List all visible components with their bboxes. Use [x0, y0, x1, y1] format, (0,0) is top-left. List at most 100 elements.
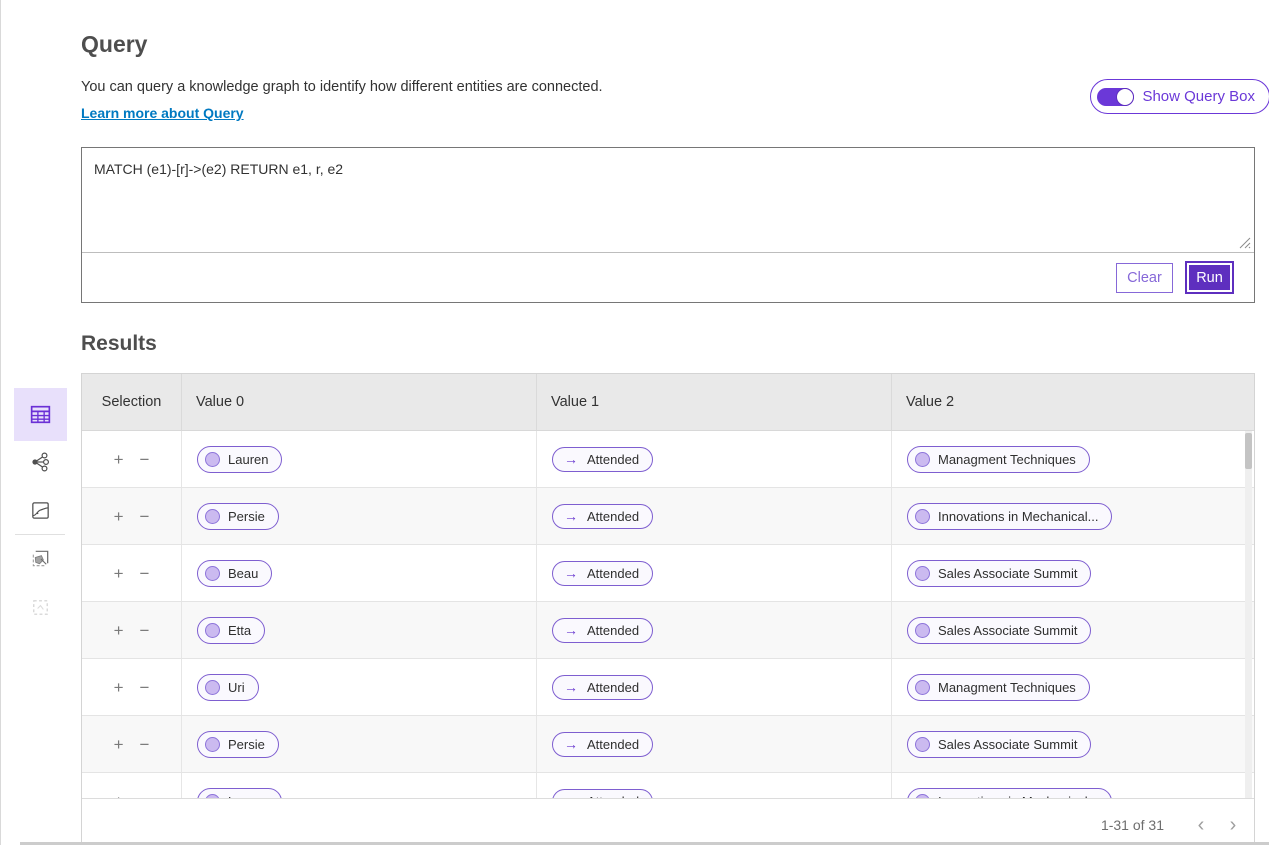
learn-more-link[interactable]: Learn more about Query — [81, 105, 244, 121]
selection-tool-button — [20, 587, 60, 627]
value2-cell: Innovations in Mechanical... — [892, 488, 1254, 544]
add-to-selection-button[interactable]: + — [114, 451, 124, 468]
selection-cell: + − — [82, 659, 182, 715]
entity-label: Managment Techniques — [938, 452, 1076, 467]
relationship-label: Attended — [587, 737, 639, 752]
entity-circle-icon — [915, 680, 930, 695]
remove-from-selection-button[interactable]: − — [140, 736, 150, 753]
entity-pill[interactable]: Persie — [197, 503, 279, 530]
value0-cell: Persie — [182, 488, 537, 544]
entity-pill[interactable]: Innovations in Mechanical... — [907, 503, 1112, 530]
selection-cell: + − — [82, 716, 182, 772]
sidebar-divider — [15, 534, 65, 535]
relationship-pill[interactable]: → Attended — [552, 789, 653, 799]
entity-circle-icon — [915, 794, 930, 799]
remove-from-selection-button[interactable]: − — [140, 793, 150, 799]
table-row: + − Etta → Attended Sales Associate Summ… — [82, 602, 1254, 659]
entity-pill[interactable]: Etta — [197, 617, 265, 644]
add-to-selection-button[interactable]: + — [114, 622, 124, 639]
relationship-pill[interactable]: → Attended — [552, 447, 653, 472]
relationship-pill[interactable]: → Attended — [552, 675, 653, 700]
entity-circle-icon — [915, 509, 930, 524]
entity-label: Uri — [228, 680, 245, 695]
entity-label: Beau — [228, 566, 258, 581]
value1-cell: → Attended — [537, 716, 892, 772]
add-to-selection-button[interactable]: + — [114, 679, 124, 696]
clear-button[interactable]: Clear — [1116, 263, 1173, 293]
resize-grip-icon[interactable] — [1239, 237, 1251, 249]
show-query-box-toggle[interactable]: Show Query Box — [1090, 79, 1269, 114]
relationship-label: Attended — [587, 794, 639, 799]
remove-from-selection-button[interactable]: − — [140, 565, 150, 582]
entity-pill[interactable]: Lauren — [197, 788, 282, 799]
vertical-scrollbar-track[interactable] — [1245, 431, 1252, 798]
entity-circle-icon — [205, 623, 220, 638]
pagination-bar: 1-31 of 31 ‹ › — [82, 798, 1254, 845]
entity-pill[interactable]: Beau — [197, 560, 272, 587]
page-title: Query — [81, 31, 1255, 58]
value0-cell: Persie — [182, 716, 537, 772]
entity-pill[interactable]: Sales Associate Summit — [907, 731, 1091, 758]
entity-pill[interactable]: Managment Techniques — [907, 446, 1090, 473]
entity-pill[interactable]: Uri — [197, 674, 259, 701]
value1-cell: → Attended — [537, 488, 892, 544]
entity-pill[interactable]: Innovations in Mechanical... — [907, 788, 1112, 799]
selection-cell: + − — [82, 773, 182, 798]
relationship-pill[interactable]: → Attended — [552, 618, 653, 643]
table-view-button[interactable] — [14, 388, 67, 441]
table-body: + − Lauren → Attended Managment Techniqu… — [82, 431, 1254, 798]
link-chart-view-button[interactable] — [20, 442, 60, 482]
relationship-label: Attended — [587, 452, 639, 467]
map-view-button[interactable] — [20, 490, 60, 530]
relationship-pill[interactable]: → Attended — [552, 732, 653, 757]
entity-circle-icon — [205, 794, 220, 799]
entity-pill[interactable]: Sales Associate Summit — [907, 560, 1091, 587]
add-to-selection-button[interactable]: + — [114, 565, 124, 582]
relationship-label: Attended — [587, 680, 639, 695]
relationship-label: Attended — [587, 623, 639, 638]
arrow-right-icon: → — [564, 737, 578, 751]
next-page-button[interactable]: › — [1220, 812, 1246, 838]
remove-from-selection-button[interactable]: − — [140, 508, 150, 525]
arrow-right-icon: → — [564, 452, 578, 466]
entity-pill[interactable]: Persie — [197, 731, 279, 758]
entity-circle-icon — [915, 623, 930, 638]
pagination-range-label: 1-31 of 31 — [1101, 817, 1164, 833]
value0-cell: Beau — [182, 545, 537, 601]
value1-cell: → Attended — [537, 773, 892, 798]
add-to-selection-button[interactable]: + — [114, 736, 124, 753]
remove-from-selection-button[interactable]: − — [140, 679, 150, 696]
value2-cell: Managment Techniques — [892, 659, 1254, 715]
entity-pill[interactable]: Lauren — [197, 446, 282, 473]
remove-from-selection-button[interactable]: − — [140, 622, 150, 639]
entity-circle-icon — [205, 452, 220, 467]
add-to-map-button[interactable] — [20, 538, 60, 578]
arrow-right-icon: → — [564, 623, 578, 637]
add-to-selection-button[interactable]: + — [114, 793, 124, 799]
entity-label: Sales Associate Summit — [938, 623, 1077, 638]
select-map-icon — [29, 547, 52, 570]
table-row: + − Persie → Attended Sales Associate Su… — [82, 716, 1254, 773]
arrow-right-icon: → — [564, 680, 578, 694]
entity-label: Lauren — [228, 794, 268, 799]
relationship-pill[interactable]: → Attended — [552, 561, 653, 586]
remove-from-selection-button[interactable]: − — [140, 451, 150, 468]
value1-cell: → Attended — [537, 602, 892, 658]
relationship-pill[interactable]: → Attended — [552, 504, 653, 529]
table-header: Selection Value 0 Value 1 Value 2 — [82, 374, 1254, 431]
previous-page-button[interactable]: ‹ — [1188, 812, 1214, 838]
toggle-label: Show Query Box — [1142, 88, 1255, 105]
entity-label: Managment Techniques — [938, 680, 1076, 695]
selection-cell: + − — [82, 488, 182, 544]
entity-label: Innovations in Mechanical... — [938, 794, 1098, 799]
entity-circle-icon — [915, 566, 930, 581]
run-button[interactable]: Run — [1187, 263, 1232, 292]
entity-pill[interactable]: Managment Techniques — [907, 674, 1090, 701]
relationship-label: Attended — [587, 509, 639, 524]
add-to-selection-button[interactable]: + — [114, 508, 124, 525]
entity-label: Persie — [228, 737, 265, 752]
query-input[interactable]: MATCH (e1)-[r]->(e2) RETURN e1, r, e2 — [82, 148, 1254, 252]
vertical-scrollbar-thumb[interactable] — [1245, 433, 1252, 469]
entity-pill[interactable]: Sales Associate Summit — [907, 617, 1091, 644]
table-row: + − Uri → Attended Managment Techniques — [82, 659, 1254, 716]
